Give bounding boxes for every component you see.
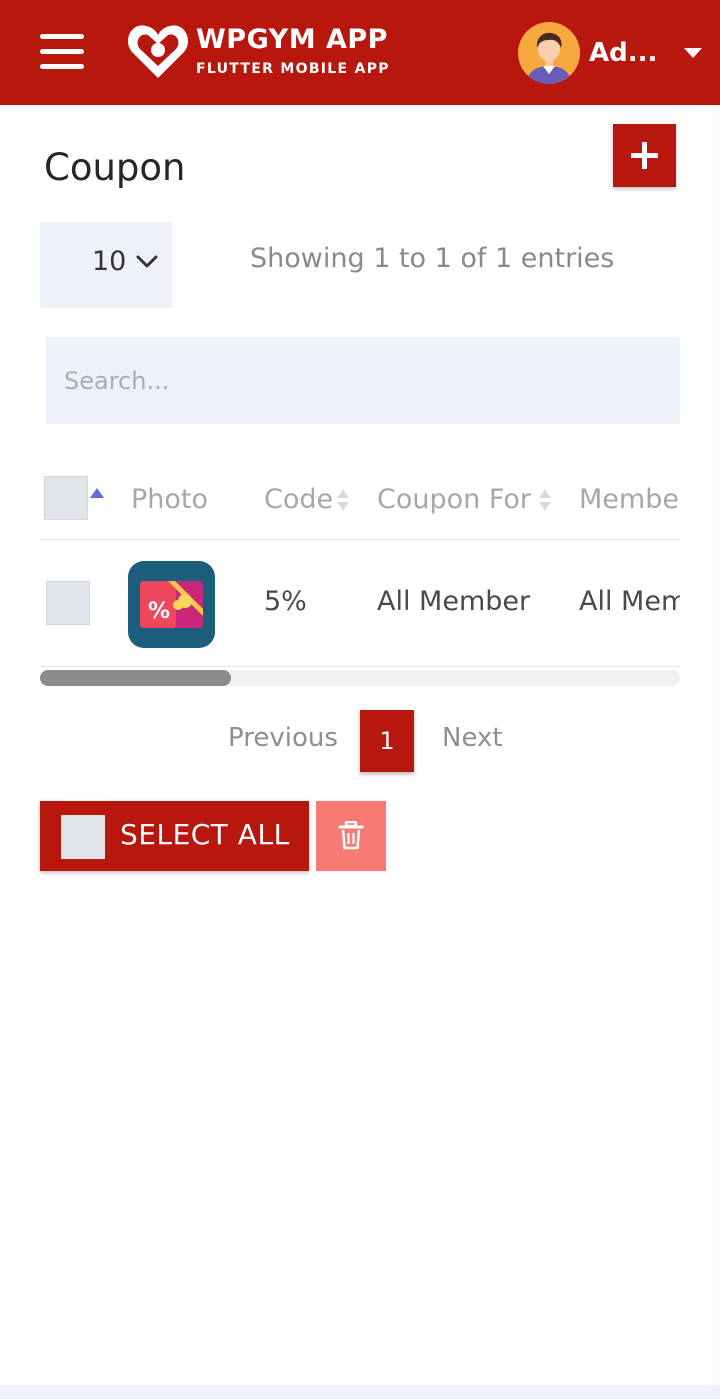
page-length-select[interactable]: 10 — [40, 222, 172, 308]
app-header: WPGYM APP FLUTTER MOBILE APP Ad... — [0, 0, 720, 105]
delete-selected-button[interactable] — [316, 801, 386, 871]
sort-icon[interactable] — [539, 489, 551, 513]
sort-asc-icon[interactable] — [90, 488, 104, 498]
sort-icon[interactable] — [337, 489, 349, 513]
select-all-checkbox[interactable] — [61, 815, 105, 859]
trash-icon — [338, 821, 364, 850]
scrollbar-thumb[interactable] — [40, 670, 231, 686]
wpgym-logo-icon — [127, 25, 189, 78]
page-length-value: 10 — [92, 246, 127, 277]
page-title: Coupon — [44, 145, 186, 189]
user-name[interactable]: Ad... — [589, 38, 657, 68]
entries-info: Showing 1 to 1 of 1 entries — [250, 243, 615, 274]
select-all-button[interactable]: SELECT ALL — [40, 801, 309, 871]
pagination-previous[interactable]: Previous — [228, 723, 338, 753]
side-rail — [712, 105, 720, 1385]
coupon-percent-icon: % — [128, 561, 215, 648]
cell-code: 5% — [264, 586, 307, 617]
column-header-coupon-for[interactable]: Coupon For — [377, 484, 531, 515]
column-header-code[interactable]: Code — [264, 484, 333, 515]
cell-member: All Member — [579, 586, 680, 617]
column-header-photo[interactable]: Photo — [131, 484, 208, 515]
row-select-checkbox[interactable] — [46, 581, 90, 625]
header-select-checkbox[interactable] — [44, 476, 88, 520]
add-coupon-button[interactable] — [613, 124, 676, 187]
search-input[interactable] — [46, 337, 680, 424]
brand-title: WPGYM APP — [196, 24, 388, 55]
header-divider — [40, 539, 680, 540]
select-all-label: SELECT ALL — [120, 818, 290, 851]
chevron-down-icon — [136, 255, 158, 268]
user-avatar[interactable] — [518, 22, 580, 84]
avatar-person-icon — [526, 32, 572, 84]
brand-subtitle: FLUTTER MOBILE APP — [196, 61, 390, 77]
user-menu-caret-icon[interactable] — [684, 48, 702, 58]
coupon-table: Photo Code Coupon For Member % 5% All Me… — [40, 455, 680, 667]
svg-text:%: % — [148, 599, 170, 624]
bottom-strip — [0, 1385, 720, 1399]
cell-coupon-for: All Member — [377, 586, 531, 617]
hamburger-menu-icon[interactable] — [40, 34, 84, 70]
row-divider — [40, 666, 680, 667]
column-header-member[interactable]: Member — [579, 484, 680, 515]
pagination-page-1[interactable]: 1 — [360, 710, 414, 772]
pagination-next[interactable]: Next — [442, 723, 503, 753]
